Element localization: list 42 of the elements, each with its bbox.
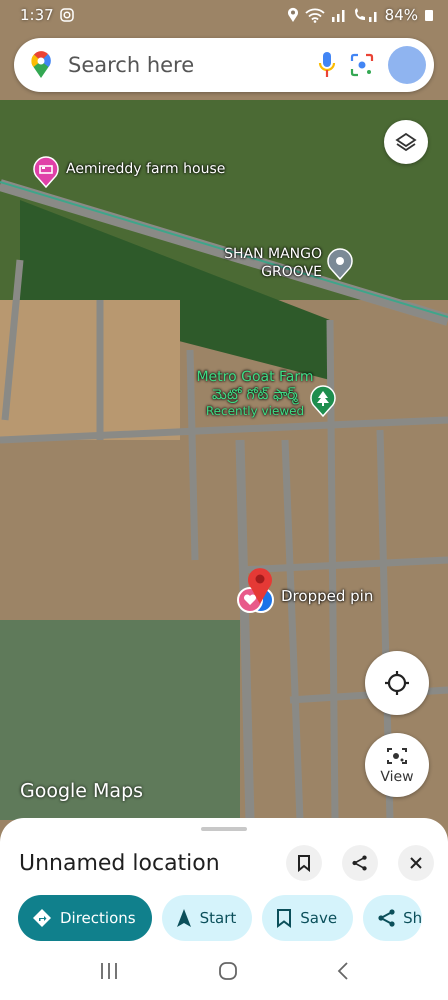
map-pin-logo-icon [30, 51, 52, 79]
drag-handle[interactable] [201, 827, 247, 831]
camera-icon [386, 746, 408, 766]
microphone-icon[interactable] [318, 51, 336, 79]
share-chip[interactable]: Sh [363, 895, 422, 941]
share-button[interactable] [342, 845, 378, 881]
signal-icon [330, 8, 347, 22]
bookmark-icon [297, 854, 311, 872]
camera-app-icon [60, 8, 74, 22]
place-label[interactable]: Aemireddy farm house [66, 160, 226, 178]
status-time: 1:37 [20, 6, 54, 24]
bookmark-icon [276, 908, 292, 928]
close-button[interactable] [398, 845, 434, 881]
place-title: Unnamed location [19, 850, 221, 876]
share-icon [377, 908, 398, 928]
search-bar[interactable]: Search here [14, 38, 434, 92]
location-icon [286, 7, 299, 23]
place-pin-icon[interactable] [326, 248, 354, 280]
start-chip[interactable]: Start [162, 895, 252, 941]
wifi-icon [304, 8, 325, 22]
directions-icon [32, 908, 52, 928]
battery-icon [424, 8, 434, 22]
back-icon[interactable] [336, 960, 349, 980]
hotel-pin-icon[interactable] [32, 156, 60, 188]
tree-pin-icon[interactable] [309, 385, 337, 417]
search-input[interactable]: Search here [66, 52, 304, 78]
close-icon [409, 856, 423, 870]
layers-icon [395, 131, 417, 153]
navigation-arrow-icon [176, 908, 192, 928]
call-signal-icon [352, 8, 379, 22]
recently-viewed-label: Recently viewed [206, 404, 304, 420]
home-icon[interactable] [218, 960, 238, 980]
camera-lens-icon[interactable] [350, 53, 374, 77]
recent-apps-icon[interactable] [99, 962, 120, 980]
save-chip[interactable]: Save [262, 895, 354, 941]
crosshair-icon [383, 669, 411, 697]
map-attribution: Google Maps [20, 780, 144, 802]
save-button[interactable] [286, 845, 322, 881]
directions-chip[interactable]: Directions [18, 895, 152, 941]
share-icon [351, 854, 369, 872]
dropped-pin-label[interactable]: Dropped pin [281, 587, 374, 606]
battery-percentage: 84% [384, 6, 418, 24]
